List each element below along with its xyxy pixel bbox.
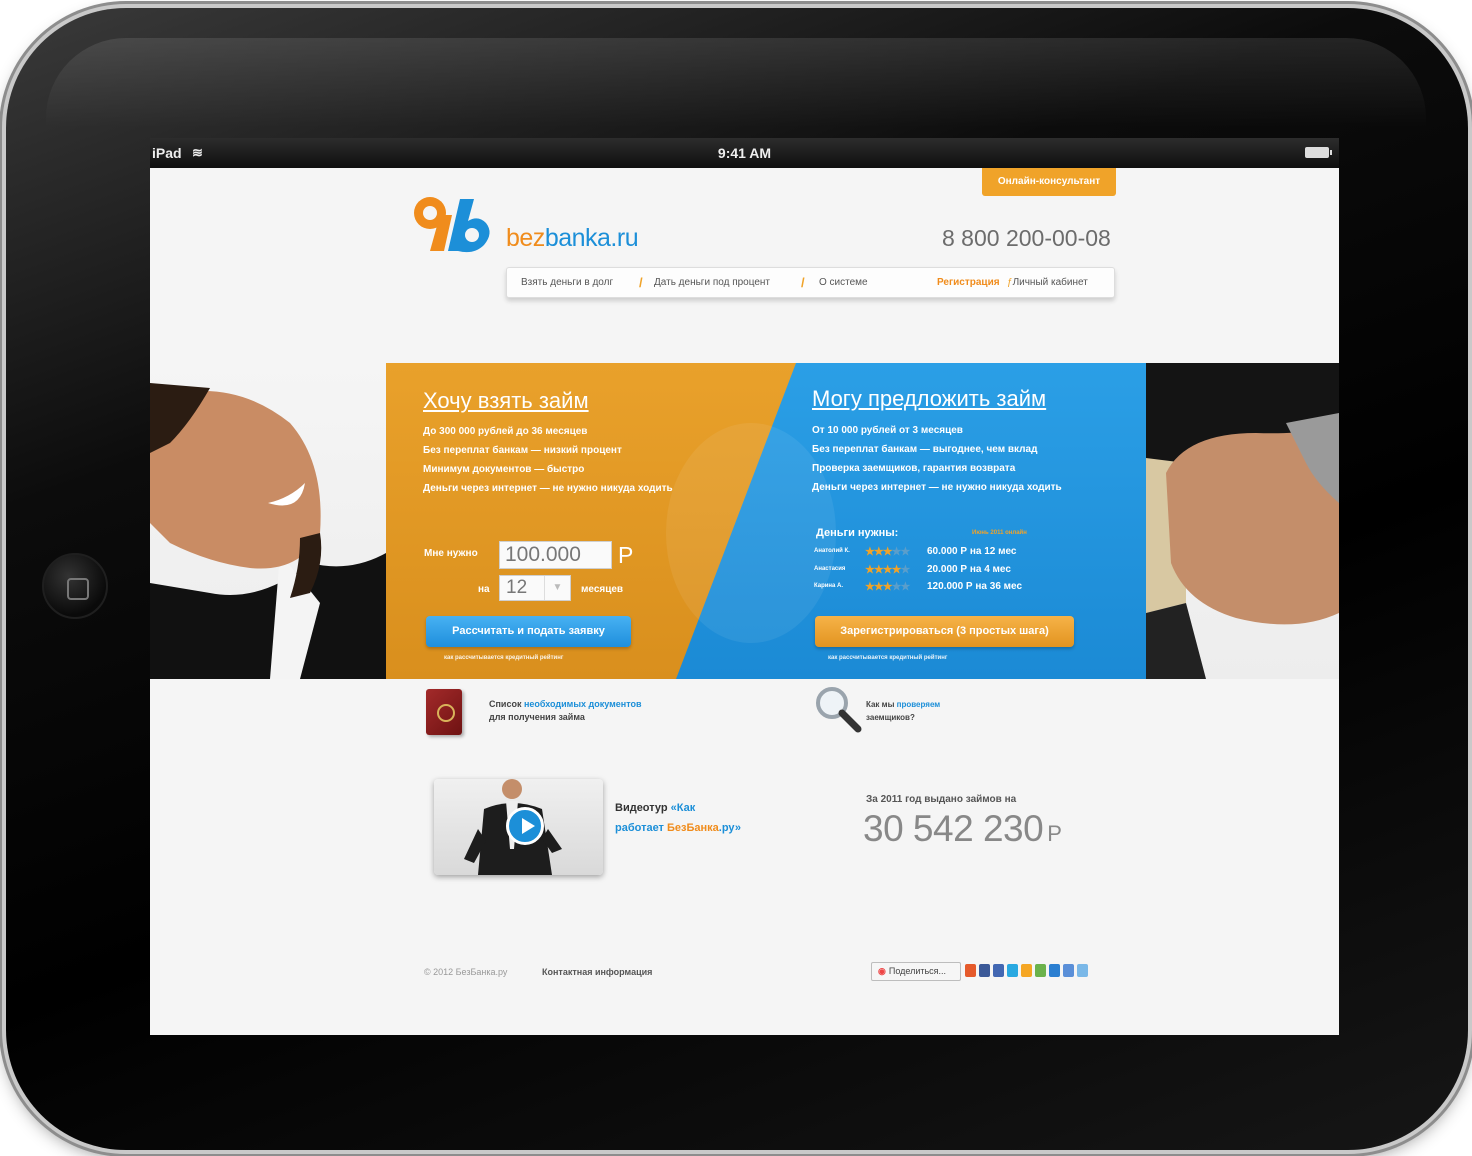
chevron-down-icon: ▼ [544, 576, 570, 600]
status-time: 9:41 AM [717, 145, 772, 161]
home-button[interactable] [42, 553, 108, 619]
magnifier-icon [816, 687, 862, 733]
logo-icon[interactable] [408, 193, 500, 259]
share-button[interactable]: ◉ Поделиться... [871, 962, 961, 981]
nav-separator: / [639, 275, 643, 290]
register-button[interactable]: Зарегистрироваться (3 простых шага) [815, 616, 1074, 647]
lend-features: От 10 000 рублей от 3 месяцев Без перепл… [812, 425, 1062, 493]
browser-screen: iPad ≋ 9:41 AM Онлайн-консультант bezban… [150, 138, 1339, 1035]
video-tour-link[interactable]: Видеотур «Как работает БезБанка.ру» [615, 798, 741, 838]
rating-info-link[interactable]: как рассчитывается кредитный рейтинг [828, 655, 947, 661]
lend-title[interactable]: Могу предложить займ [812, 386, 1046, 412]
social-icons [965, 964, 1088, 977]
demand-date: Июнь 2011 онлайн [972, 530, 1027, 536]
stats-label: За 2011 год выдано займов на [866, 794, 1017, 805]
main-navigation: Взять деньги в долг / Дать деньги под пр… [506, 267, 1115, 298]
register-link[interactable]: Регистрация [937, 277, 1000, 288]
lender-photo [1146, 363, 1339, 679]
demand-title: Деньги нужны: [816, 527, 899, 539]
battery-icon [1305, 147, 1332, 158]
calculate-apply-button[interactable]: Рассчитать и подать заявку [426, 616, 631, 647]
phone-number: 8 800 200-00-08 [942, 225, 1111, 251]
livejournal-icon[interactable] [1049, 964, 1060, 977]
mailru-icon[interactable] [1021, 964, 1032, 977]
odnoklassniki-icon[interactable] [1035, 964, 1046, 977]
ios-status-bar: iPad ≋ 9:41 AM [150, 138, 1339, 168]
documents-list-link[interactable]: Список необходимых документов для получе… [489, 698, 642, 724]
borrower-photo [150, 363, 386, 679]
loan-amount-input[interactable]: 100.000 [499, 541, 612, 569]
screen-glare [46, 38, 1426, 128]
borrower-check-link[interactable]: Как мы проверяем заемщиков? [866, 698, 940, 724]
social-icon[interactable] [1063, 964, 1074, 977]
rating-stars-icon: ★★★★★ [865, 581, 910, 593]
nav-item-about[interactable]: О системе [819, 277, 868, 288]
vk-icon[interactable] [979, 964, 990, 977]
social-icon[interactable] [965, 964, 976, 977]
nav-separator: / [801, 275, 805, 290]
borrow-features: До 300 000 рублей до 36 месяцев Без пере… [423, 426, 673, 494]
nav-item-borrow[interactable]: Взять деньги в долг [521, 277, 613, 288]
rating-stars-icon: ★★★★★ [865, 564, 910, 576]
logo-text[interactable]: bezbanka.ru [506, 224, 639, 253]
facebook-icon[interactable] [993, 964, 1004, 977]
footer-copyright: © 2012 БезБанка.ру [424, 967, 508, 977]
video-thumbnail[interactable] [434, 779, 603, 875]
online-consultant-button[interactable]: Онлайн-консультант [982, 168, 1116, 196]
personal-cabinet-link[interactable]: ƒЛичный кабинет [1007, 277, 1088, 288]
term-on-label: на [478, 584, 490, 595]
rating-stars-icon: ★★★★★ [865, 546, 910, 558]
loan-term-select[interactable]: 12 ▼ [499, 575, 571, 601]
share-icon: ◉ [878, 966, 886, 976]
rating-info-link[interactable]: как рассчитывается кредитный рейтинг [444, 655, 563, 661]
passport-icon [426, 689, 462, 735]
nav-item-lend[interactable]: Дать деньги под процент [654, 277, 770, 288]
need-label: Мне нужно [424, 548, 478, 559]
stats-total-amount: 30 542 230 Р [863, 808, 1062, 849]
footer-contact-link[interactable]: Контактная информация [542, 967, 652, 977]
months-label: месяцев [581, 584, 624, 595]
play-icon[interactable] [506, 807, 544, 845]
hero-panel: Хочу взять займ До 300 000 рублей до 36 … [386, 363, 1146, 679]
twitter-icon[interactable] [1007, 964, 1018, 977]
social-icon[interactable] [1077, 964, 1088, 977]
currency-symbol: Р [618, 542, 634, 568]
borrow-title[interactable]: Хочу взять займ [423, 388, 589, 414]
